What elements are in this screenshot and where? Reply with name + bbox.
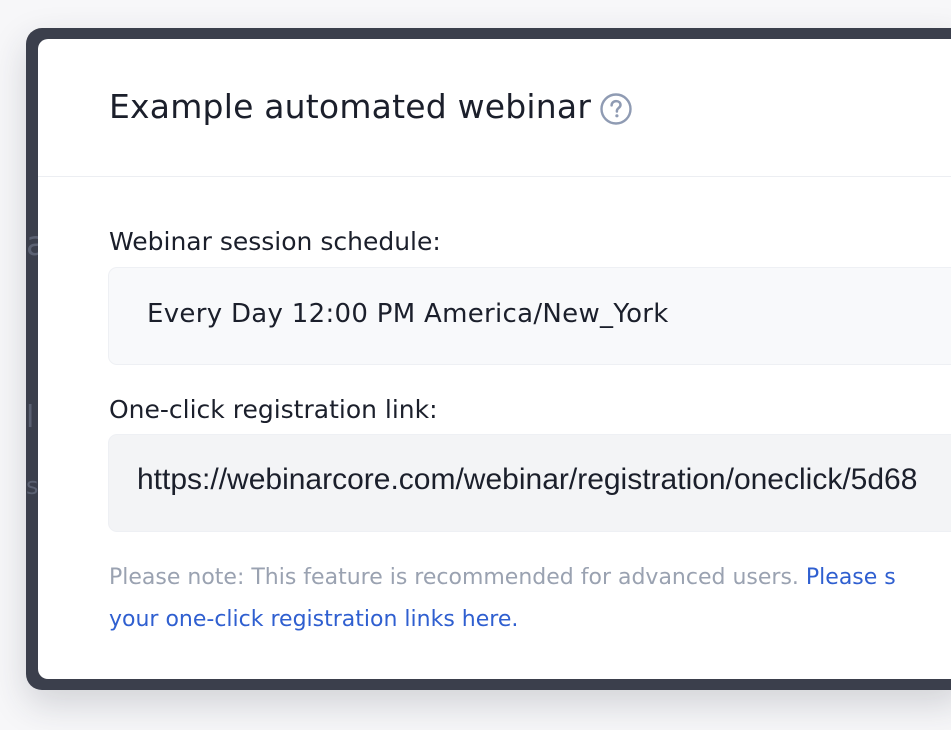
note-link-line1[interactable]: Please s [806, 565, 896, 590]
schedule-value: Every Day 12:00 PM America/New_York [147, 299, 669, 329]
background-page-fragment: s [26, 472, 39, 500]
schedule-field: Every Day 12:00 PM America/New_York [108, 267, 951, 365]
modal-header: Example automated webinar [38, 39, 951, 177]
registration-link-input[interactable] [137, 463, 951, 497]
background-page-fragment: l [26, 400, 35, 435]
schedule-label: Webinar session schedule: [109, 227, 441, 256]
modal-title-text: Example automated webinar [109, 87, 592, 126]
note-text: Please note: This feature is recommended… [109, 565, 806, 590]
note-link-line2[interactable]: your one-click registration links here. [109, 607, 518, 632]
webinar-modal: Example automated webinar Webinar sessio… [38, 39, 951, 679]
registration-link-label: One-click registration link: [109, 395, 438, 424]
modal-title: Example automated webinar [109, 87, 632, 126]
question-circle-icon[interactable] [600, 92, 632, 125]
registration-link-field[interactable] [108, 434, 951, 532]
screen: a l s Example automated webinar Webinar … [0, 0, 951, 730]
advanced-users-note: Please note: This feature is recommended… [109, 557, 951, 641]
